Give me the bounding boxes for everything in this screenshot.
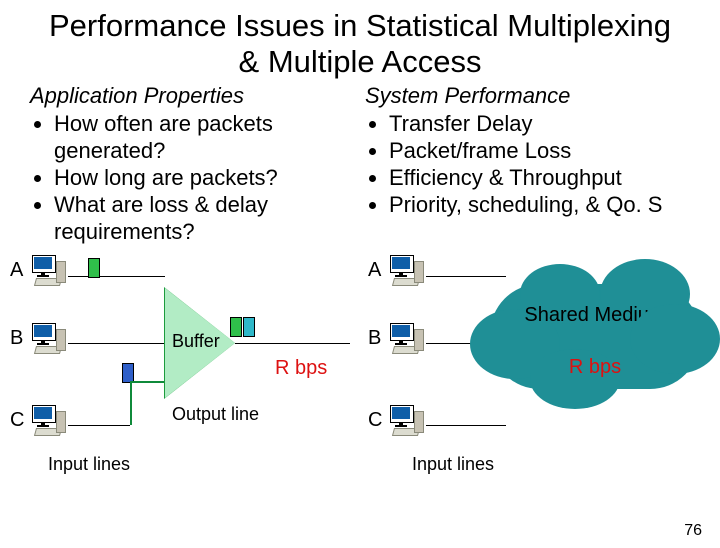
computer-icon [390, 323, 424, 353]
computer-icon [32, 255, 66, 285]
link-line [68, 425, 130, 426]
link-line [130, 381, 132, 425]
computer-icon [32, 323, 66, 353]
left-bullet-0: How often are packets generated? [54, 111, 355, 165]
node-label-a-right: A [368, 259, 381, 282]
node-label-b-left: B [10, 327, 23, 350]
left-bullet-2: What are loss & delay requirements? [54, 192, 355, 246]
right-bullet-2: Efficiency & Throughput [389, 165, 690, 192]
left-bullets: How often are packets generated? How lon… [30, 111, 355, 245]
right-bullet-1: Packet/frame Loss [389, 138, 690, 165]
rbps-label-left: R bps [275, 357, 327, 380]
node-label-c-left: C [10, 409, 24, 432]
right-bullet-3: Priority, scheduling, & Qo. S [389, 192, 690, 219]
shared-medium-cloud: Shared Medium R bps [490, 284, 700, 389]
buffer-label: Buffer [172, 331, 220, 352]
input-lines-label-right: Input lines [412, 454, 494, 475]
link-line [130, 381, 165, 383]
output-line-label: Output line [172, 404, 259, 425]
computer-icon [390, 255, 424, 285]
right-column: System Performance Transfer Delay Packet… [365, 83, 690, 245]
packet-icon [243, 317, 255, 337]
output-line [235, 343, 350, 344]
packet-icon [122, 363, 134, 383]
link-line [426, 276, 506, 277]
computer-icon [390, 405, 424, 435]
page-number: 76 [684, 522, 702, 540]
right-header: System Performance [365, 83, 690, 109]
link-line [68, 276, 165, 277]
computer-icon [32, 405, 66, 435]
link-line [426, 425, 506, 426]
right-bullets: Transfer Delay Packet/frame Loss Efficie… [365, 111, 690, 218]
slide-title: Performance Issues in Statistical Multip… [40, 8, 680, 79]
right-bullet-0: Transfer Delay [389, 111, 690, 138]
packet-icon [230, 317, 242, 337]
node-label-a-left: A [10, 259, 23, 282]
left-header: Application Properties [30, 83, 355, 109]
node-label-c-right: C [368, 409, 382, 432]
input-lines-label-left: Input lines [48, 454, 130, 475]
left-column: Application Properties How often are pac… [30, 83, 355, 245]
rbps-label-right: R bps [490, 356, 700, 379]
diagram-area: A B C Buffer R bps Output line Input lin… [0, 249, 720, 509]
link-line [68, 343, 165, 344]
left-bullet-1: How long are packets? [54, 165, 355, 192]
packet-icon [88, 258, 100, 278]
content-columns: Application Properties How often are pac… [30, 83, 690, 245]
node-label-b-right: B [368, 327, 381, 350]
shared-medium-label: Shared Medium [490, 304, 700, 326]
